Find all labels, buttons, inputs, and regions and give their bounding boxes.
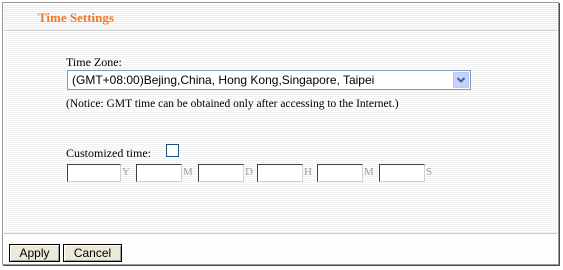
hour-field[interactable]: [257, 164, 303, 182]
hour-unit-label: H: [304, 166, 312, 178]
month-unit-label: M: [183, 166, 193, 178]
month-field[interactable]: [136, 164, 182, 182]
minute-field[interactable]: [317, 164, 363, 182]
day-unit-label: D: [245, 166, 253, 178]
time-zone-selected-value: (GMT+08:00)Bejing,China, Hong Kong,Singa…: [72, 73, 375, 87]
cancel-button[interactable]: Cancel: [63, 244, 122, 262]
second-unit-label: S: [426, 166, 433, 178]
year-unit-label: Y: [122, 166, 130, 178]
apply-button[interactable]: Apply: [9, 244, 60, 262]
customized-time-label: Customized time:: [66, 146, 151, 160]
day-field[interactable]: [198, 164, 244, 182]
page-title: Time Settings: [38, 10, 114, 25]
gmt-notice: (Notice: GMT time can be obtained only a…: [66, 98, 399, 110]
footer-divider: [4, 233, 557, 234]
customized-time-checkbox[interactable]: [166, 144, 179, 157]
dropdown-button[interactable]: [453, 72, 469, 88]
second-field[interactable]: [379, 164, 425, 182]
chevron-down-icon: [456, 77, 466, 83]
time-settings-panel: Time Settings: [2, 2, 559, 265]
year-field[interactable]: [67, 164, 121, 182]
time-zone-select[interactable]: (GMT+08:00)Bejing,China, Hong Kong,Singa…: [67, 70, 471, 90]
panel-header: Time Settings: [4, 4, 557, 31]
minute-unit-label: M: [364, 166, 374, 178]
time-zone-label: Time Zone:: [66, 55, 122, 69]
